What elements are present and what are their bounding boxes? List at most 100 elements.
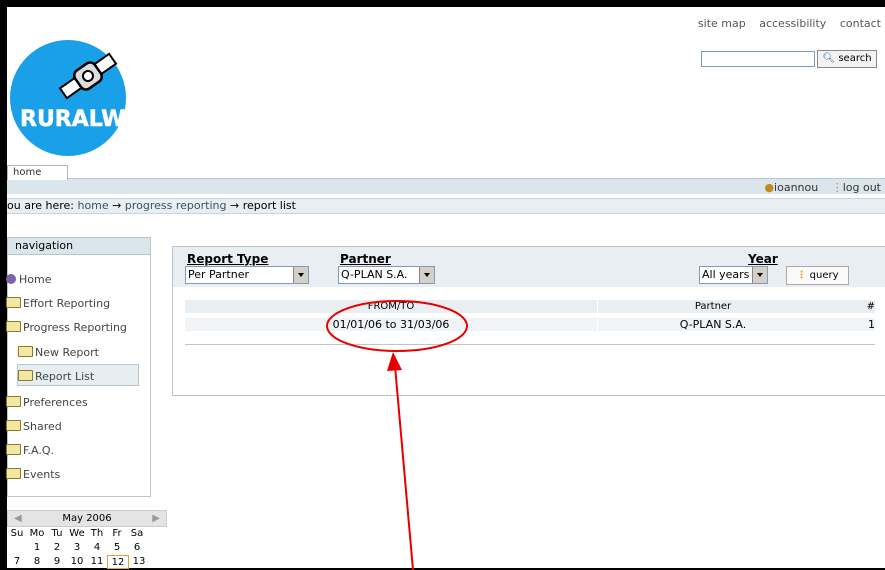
weekday: Mo — [29, 528, 45, 539]
folder-icon — [6, 420, 21, 431]
folder-icon — [6, 468, 21, 479]
breadcrumb-prefix: ou are here: — [7, 199, 74, 212]
svg-text:RURALWINGS: RURALWINGS — [20, 107, 186, 132]
nav-item-effort-reporting[interactable]: Effort Reporting — [6, 297, 110, 310]
calendar-day[interactable]: 7 — [7, 555, 27, 569]
calendar-day[interactable]: 11 — [87, 555, 107, 569]
nav-item-shared[interactable]: Shared — [6, 420, 62, 433]
calendar-prev-icon[interactable]: ◀ — [14, 511, 22, 526]
nav-item-label: Home — [19, 273, 52, 286]
search-icon: 🔍︎ — [822, 53, 836, 64]
breadcrumb-home[interactable]: home — [77, 199, 108, 212]
query-icon: ⋮ — [796, 270, 807, 281]
nav-item-faq[interactable]: F.A.Q. — [6, 444, 54, 457]
table-divider — [185, 344, 875, 345]
calendar-day[interactable]: 8 — [27, 555, 47, 569]
navigation-title: navigation — [8, 238, 150, 255]
window-frame-top — [0, 0, 885, 7]
calendar-week: 1 2 3 4 5 6 — [7, 541, 167, 555]
breadcrumb-separator: → — [229, 199, 240, 212]
report-type-select[interactable]: Per Partner — [185, 266, 309, 284]
folder-icon — [6, 396, 21, 407]
column-header-count[interactable]: # — [835, 300, 879, 313]
query-button[interactable]: ⋮ query — [786, 266, 849, 285]
year-label: Year — [748, 252, 778, 266]
calendar-day[interactable]: 13 — [129, 555, 149, 569]
calendar-day[interactable]: 2 — [47, 541, 67, 555]
nav-item-label: Shared — [23, 420, 62, 433]
logout-icon: ⋮ — [831, 181, 843, 194]
breadcrumb: ou are here: home → progress reporting →… — [7, 198, 885, 214]
nav-item-report-list[interactable]: Report List — [18, 370, 94, 383]
chevron-down-icon[interactable] — [752, 267, 767, 283]
tab-home[interactable]: home — [7, 165, 68, 180]
annotation-arrow-line — [394, 365, 414, 570]
calendar-day[interactable]: 5 — [107, 541, 127, 555]
partner-select[interactable]: Q-PLAN S.A. — [338, 266, 435, 284]
report-type-label: Report Type — [187, 252, 269, 266]
chevron-down-icon[interactable] — [293, 267, 308, 283]
calendar-day[interactable]: 9 — [47, 555, 67, 569]
weekday: Su — [10, 528, 24, 539]
report-type-value: Per Partner — [188, 268, 250, 281]
folder-icon — [6, 444, 21, 455]
username[interactable]: ioannou — [774, 181, 818, 194]
year-select[interactable]: All years — [699, 266, 768, 284]
ruralwings-logo[interactable]: RURALWINGS — [10, 16, 190, 166]
table-header: FROM/TO Partner # — [185, 300, 875, 313]
calendar-day[interactable]: 3 — [67, 541, 87, 555]
logout-link[interactable]: log out — [843, 181, 881, 194]
cell-period[interactable]: 01/01/06 to 31/03/06 — [185, 318, 597, 331]
calendar-day[interactable]: 10 — [67, 555, 87, 569]
nav-item-label: Effort Reporting — [23, 297, 111, 310]
tab-bar — [7, 178, 885, 194]
search-button[interactable]: 🔍︎ search — [817, 50, 877, 68]
contact-link[interactable]: contact — [840, 17, 881, 30]
nav-item-label: Events — [23, 468, 61, 481]
site-map-link[interactable]: site map — [698, 17, 746, 30]
nav-item-label: Report List — [35, 370, 95, 383]
cell-count: 1 — [868, 318, 875, 331]
nav-item-label: Preferences — [23, 396, 88, 409]
breadcrumb-progress-reporting[interactable]: progress reporting — [125, 199, 227, 212]
year-value: All years — [702, 268, 750, 281]
calendar-day[interactable]: 6 — [127, 541, 147, 555]
cell-partner: Q-PLAN S.A. — [597, 318, 828, 331]
nav-item-home[interactable]: Home — [6, 273, 51, 286]
folder-icon — [18, 370, 33, 381]
nav-item-label: Progress Reporting — [23, 321, 127, 334]
top-links: site map accessibility contact — [688, 17, 881, 30]
search-button-label: search — [838, 53, 872, 64]
nav-item-preferences[interactable]: Preferences — [6, 396, 88, 409]
calendar-header: ◀ May 2006 ▶ — [7, 510, 167, 527]
weekday: Tu — [51, 528, 63, 539]
query-button-label: query — [809, 270, 839, 281]
nav-item-events[interactable]: Events — [6, 468, 60, 481]
partner-value: Q-PLAN S.A. — [341, 268, 408, 281]
weekday: We — [69, 528, 85, 539]
user-bar: ●ioannou ⋮log out — [764, 181, 881, 194]
column-header-partner[interactable]: Partner — [597, 300, 828, 313]
calendar-day[interactable]: 1 — [27, 541, 47, 555]
weekday: Sa — [130, 528, 144, 539]
search-input[interactable] — [701, 51, 815, 67]
partner-label: Partner — [340, 252, 391, 266]
chevron-down-icon[interactable] — [419, 267, 434, 283]
calendar-day[interactable] — [7, 541, 27, 555]
nav-item-progress-reporting[interactable]: Progress Reporting — [6, 321, 127, 334]
folder-icon — [18, 346, 33, 357]
calendar: ◀ May 2006 ▶ Su Mo Tu We Th Fr Sa 1 2 3 … — [7, 510, 167, 570]
user-icon: ● — [764, 181, 775, 194]
nav-item-new-report[interactable]: New Report — [18, 346, 99, 359]
breadcrumb-report-list: report list — [242, 199, 296, 212]
table-row[interactable]: 01/01/06 to 31/03/06 Q-PLAN S.A. 1 — [185, 318, 875, 331]
accessibility-link[interactable]: accessibility — [759, 17, 826, 30]
report-list-panel: Report Type Per Partner Partner Q-PLAN S… — [172, 246, 885, 396]
globe-icon — [6, 274, 16, 284]
calendar-next-icon[interactable]: ▶ — [152, 511, 160, 526]
calendar-day[interactable]: 4 — [87, 541, 107, 555]
breadcrumb-separator: → — [112, 199, 122, 212]
calendar-day-today[interactable]: 12 — [107, 555, 129, 569]
calendar-month: May 2006 — [62, 513, 112, 524]
column-header-from-to[interactable]: FROM/TO — [185, 300, 597, 313]
